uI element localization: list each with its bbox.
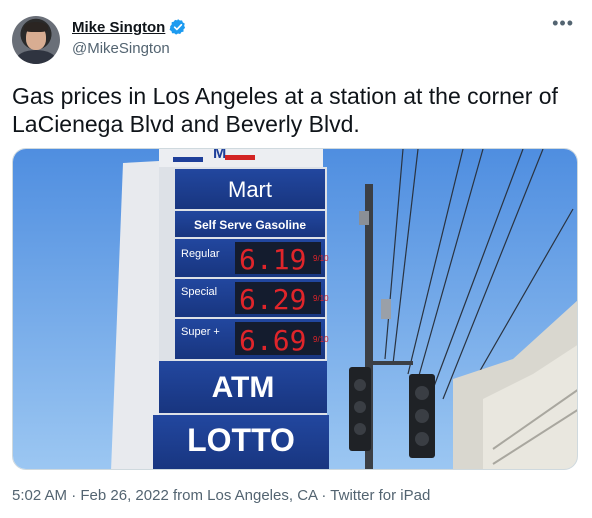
price-special: 6.29 [239, 283, 306, 316]
verified-badge-icon [169, 18, 187, 36]
more-options-icon[interactable]: ••• [552, 14, 574, 32]
tweet-meta: 5:02 AM · Feb 26, 2022 from Los Angeles,… [12, 487, 430, 504]
grade-label-regular: Regular [181, 248, 220, 260]
meta-separator: · [317, 487, 331, 504]
tweet: Mike Sington @MikeSington ••• Gas prices… [0, 0, 592, 518]
tweet-photo[interactable]: M Mart Self Serve Gasoline Regular 6.19 … [12, 148, 578, 470]
author-display-name[interactable]: Mike Sington [72, 19, 165, 36]
price-row-regular: Regular 6.19 9/10 [175, 239, 329, 277]
author-name-row: Mike Sington [72, 18, 187, 36]
author-handle[interactable]: @MikeSington [72, 40, 170, 57]
meta-separator: · [67, 487, 81, 504]
tweet-client[interactable]: Twitter for iPad [330, 487, 430, 504]
sign-atm: ATM [212, 371, 275, 404]
gas-price-sign: M Mart Self Serve Gasoline Regular 6.19 … [111, 149, 329, 469]
sign-lotto: LOTTO [187, 422, 295, 458]
price-row-special: Special 6.29 9/10 [175, 279, 329, 317]
sign-brand: Mart [228, 177, 272, 202]
tweet-text-line2: LaCienega Blvd and Beverly Blvd. [12, 111, 360, 137]
avatar-shirt [16, 50, 56, 64]
fraction-special: 9/10 [313, 294, 329, 303]
sign-top-partial: M [213, 149, 226, 162]
sign-subtitle: Self Serve Gasoline [194, 218, 306, 232]
grade-label-super: Super + [181, 326, 220, 338]
tweet-date-location[interactable]: Feb 26, 2022 from Los Angeles, CA [80, 487, 317, 504]
tweet-text: Gas prices in Los Angeles at a station a… [12, 82, 577, 138]
avatar[interactable] [12, 16, 60, 64]
price-regular: 6.19 [239, 243, 306, 276]
price-super: 6.69 [239, 324, 306, 357]
tweet-text-line1: Gas prices in Los Angeles at a station a… [12, 83, 558, 109]
tweet-time[interactable]: 5:02 AM [12, 487, 67, 504]
fraction-super: 9/10 [313, 335, 329, 344]
price-row-super: Super + 6.69 9/10 [175, 319, 329, 359]
grade-label-special: Special [181, 286, 217, 298]
fraction-regular: 9/10 [313, 254, 329, 263]
avatar-hair [24, 22, 48, 32]
